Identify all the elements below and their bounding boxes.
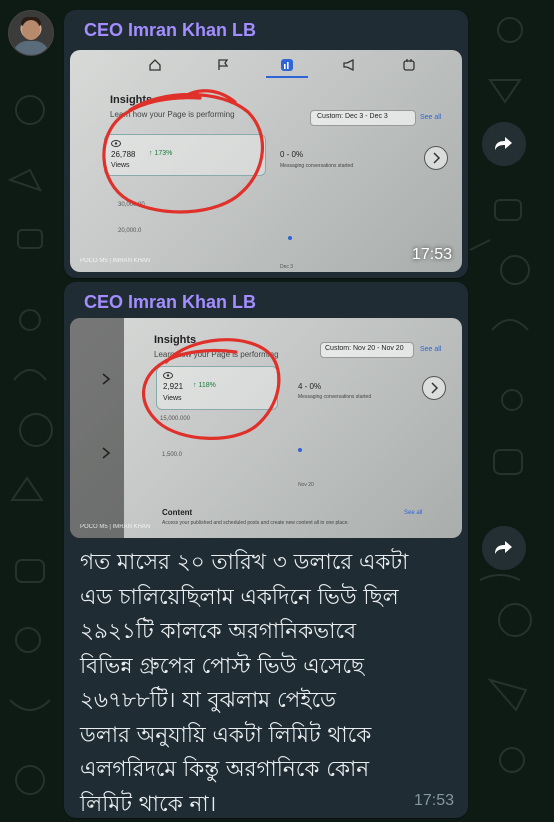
sender-name[interactable]: CEO Imran Khan LB [84,292,256,313]
annotation-circle [102,89,264,214]
message-time: 17:53 [411,246,452,263]
message-photo[interactable]: Insights Learn how your Page is performi… [70,318,462,538]
message-bubble[interactable]: CEO Imran Khan LB Insights Learn how you… [64,282,468,818]
message-bubble[interactable]: CEO Imran Khan LB Insights Learn how you… [64,10,468,278]
message-time: 17:53 [413,792,454,809]
message-photo[interactable]: Insights Learn how your Page is performi… [70,50,462,272]
camera-watermark: POCO M5 | IMRAN KHAN [80,258,151,264]
forward-icon [495,541,512,554]
forward-icon [495,137,512,150]
camera-watermark: POCO M5 | IMRAN KHAN [80,524,151,530]
forward-button[interactable] [482,526,526,570]
forward-button[interactable] [482,122,526,166]
annotation-circle [142,338,281,440]
message-text[interactable]: গত মাসের ২০ তারিখ ৩ ডলারে একটা এড চালিয়… [80,546,460,822]
sender-name[interactable]: CEO Imran Khan LB [84,20,256,41]
sender-avatar[interactable] [8,10,54,56]
